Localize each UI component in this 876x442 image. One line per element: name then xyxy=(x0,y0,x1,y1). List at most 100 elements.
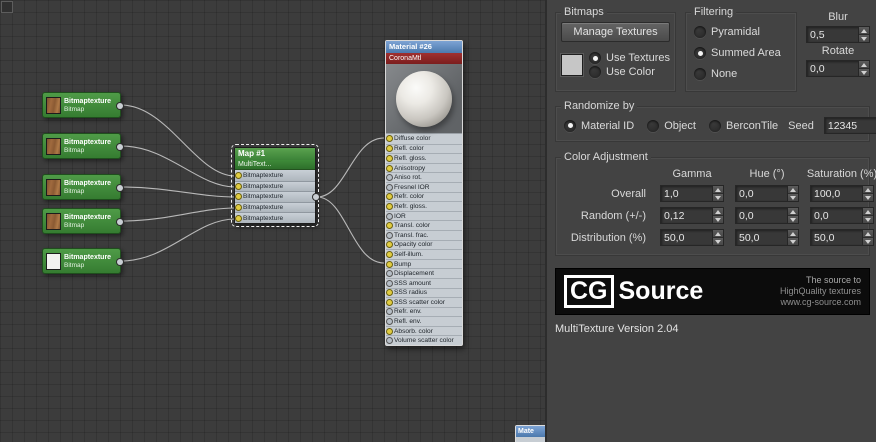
material-slot[interactable]: SSS radius xyxy=(386,287,462,298)
spinner-down-arrow[interactable] xyxy=(859,69,869,76)
radio-icon[interactable] xyxy=(589,52,601,64)
spinner-down-arrow[interactable] xyxy=(713,238,723,245)
spinner[interactable]: 50,0 xyxy=(660,229,724,246)
spinner-down-arrow[interactable] xyxy=(788,238,798,245)
map-input-slot[interactable]: Bitmaptexture xyxy=(235,170,315,181)
radio-icon[interactable] xyxy=(589,66,601,78)
input-socket[interactable] xyxy=(387,242,392,248)
material-slot[interactable]: Bump xyxy=(386,258,462,269)
spinner-up-arrow[interactable] xyxy=(863,208,873,216)
spinner-value[interactable]: 0,12 xyxy=(661,208,712,223)
spinner-up-arrow[interactable] xyxy=(859,27,869,35)
bitmap-node[interactable]: Bitmaptexture Bitmap xyxy=(42,174,123,200)
spinner-down-arrow[interactable] xyxy=(788,216,798,223)
connection-wire[interactable] xyxy=(120,207,236,222)
input-socket[interactable] xyxy=(387,290,392,296)
output-socket[interactable] xyxy=(117,185,123,191)
spinner-arrows[interactable] xyxy=(858,61,869,76)
input-socket[interactable] xyxy=(387,299,392,305)
bitmap-node[interactable]: Bitmaptexture Bitmap xyxy=(42,248,123,274)
map-input-slot[interactable]: Bitmaptexture xyxy=(235,191,315,202)
spinner-down-arrow[interactable] xyxy=(859,35,869,42)
spinner-arrows[interactable] xyxy=(712,208,723,223)
spinner-value[interactable]: 0,0 xyxy=(807,61,858,76)
material-slot[interactable]: Refr. env. xyxy=(386,306,462,317)
bitmap-node[interactable]: Bitmaptexture Bitmap xyxy=(42,92,123,118)
input-socket[interactable] xyxy=(236,205,241,211)
spinner[interactable]: 0,5 xyxy=(806,26,870,43)
map-output-socket[interactable] xyxy=(313,194,319,200)
output-socket[interactable] xyxy=(117,103,123,109)
spinner-up-arrow[interactable] xyxy=(713,186,723,194)
randomize-option[interactable]: Material ID xyxy=(564,119,634,132)
randomize-option[interactable]: BerconTile xyxy=(708,119,778,132)
material-slot[interactable]: Self-illum. xyxy=(386,249,462,259)
input-socket[interactable] xyxy=(387,338,392,344)
spinner[interactable]: 50,0 xyxy=(735,229,799,246)
radio-icon[interactable] xyxy=(694,68,706,80)
material-slot[interactable]: Displacement xyxy=(386,268,462,278)
input-socket[interactable] xyxy=(387,136,392,142)
spinner[interactable]: 0,0 xyxy=(806,60,870,77)
material-slot[interactable]: Refl. gloss. xyxy=(386,153,462,163)
spinner-arrows[interactable] xyxy=(712,186,723,201)
spinner[interactable]: 0,0 xyxy=(810,207,874,224)
filtering-option[interactable]: Summed Area xyxy=(694,47,788,59)
use-textures-radio[interactable]: Use Textures xyxy=(589,52,670,64)
color-swatch[interactable] xyxy=(561,54,583,76)
spinner-up-arrow[interactable] xyxy=(713,230,723,238)
spinner-arrows[interactable] xyxy=(712,230,723,245)
spinner-up-arrow[interactable] xyxy=(788,208,798,216)
multitexture-map-node[interactable]: Map #1 MultiText... Bitmaptexture Bitmapt… xyxy=(231,144,319,227)
randomize-option[interactable]: Object xyxy=(647,119,696,132)
input-socket[interactable] xyxy=(236,183,241,189)
input-socket[interactable] xyxy=(387,251,392,257)
input-socket[interactable] xyxy=(387,319,392,325)
spinner-down-arrow[interactable] xyxy=(863,238,873,245)
input-socket[interactable] xyxy=(387,155,392,161)
spinner-up-arrow[interactable] xyxy=(713,208,723,216)
spinner-up-arrow[interactable] xyxy=(863,186,873,194)
radio-icon[interactable] xyxy=(708,119,721,132)
spinner-value[interactable]: 50,0 xyxy=(736,230,787,245)
radio-icon[interactable] xyxy=(694,47,706,59)
material-slot[interactable]: IOR xyxy=(386,210,462,221)
bitmap-node[interactable]: Bitmaptexture Bitmap xyxy=(42,133,123,159)
input-socket[interactable] xyxy=(236,215,241,221)
input-socket[interactable] xyxy=(387,328,392,334)
material-slot[interactable]: SSS scatter color xyxy=(386,297,462,307)
spinner-arrows[interactable] xyxy=(787,208,798,223)
spinner-value[interactable]: 0,0 xyxy=(736,186,787,201)
spinner-value[interactable]: 0,0 xyxy=(736,208,787,223)
material-slot[interactable]: Transl. frac. xyxy=(386,229,462,240)
spinner-up-arrow[interactable] xyxy=(863,230,873,238)
filtering-option[interactable]: Pyramidal xyxy=(694,26,788,38)
material-slot[interactable]: Aniso rot. xyxy=(386,172,462,182)
connection-wire[interactable] xyxy=(120,104,236,177)
manage-textures-button[interactable]: Manage Textures xyxy=(561,22,670,42)
input-socket[interactable] xyxy=(387,175,392,181)
spinner-arrows[interactable] xyxy=(862,208,873,223)
input-socket[interactable] xyxy=(387,184,392,190)
spinner-up-arrow[interactable] xyxy=(788,230,798,238)
spinner[interactable]: 0,0 xyxy=(735,207,799,224)
spinner-down-arrow[interactable] xyxy=(863,194,873,201)
input-socket[interactable] xyxy=(387,280,392,286)
spinner-value[interactable]: 100,0 xyxy=(811,186,862,201)
spinner-up-arrow[interactable] xyxy=(859,61,869,69)
input-socket[interactable] xyxy=(236,172,241,178)
spinner[interactable]: 100,0 xyxy=(810,185,874,202)
input-socket[interactable] xyxy=(387,309,392,315)
connection-wire[interactable] xyxy=(316,137,385,198)
material-slot[interactable]: Absorb. color xyxy=(386,325,462,336)
material-slot[interactable]: Fresnel IOR xyxy=(386,181,462,192)
spinner-value[interactable]: 50,0 xyxy=(811,230,862,245)
material-slot[interactable]: Refl. env. xyxy=(386,316,462,326)
output-socket[interactable] xyxy=(117,259,123,265)
radio-icon[interactable] xyxy=(564,119,576,132)
material-slot[interactable]: Transl. color xyxy=(386,220,462,230)
input-socket[interactable] xyxy=(236,194,241,200)
spinner-down-arrow[interactable] xyxy=(863,216,873,223)
material-slot[interactable]: Refr. color xyxy=(386,191,462,202)
spinner-value[interactable]: 0,5 xyxy=(807,27,858,42)
